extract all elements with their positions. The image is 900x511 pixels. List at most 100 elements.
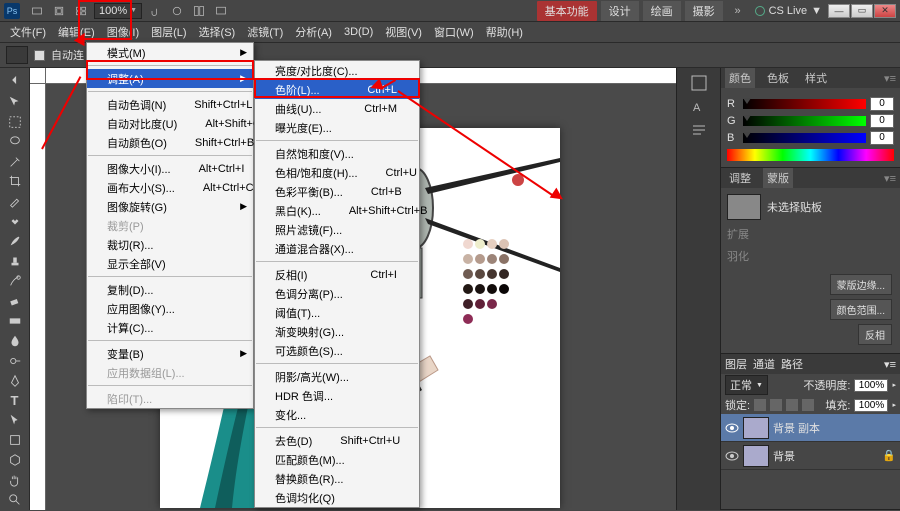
visibility-icon[interactable] xyxy=(725,421,739,435)
menu-item[interactable]: 渐变映射(G)... xyxy=(255,322,419,341)
auto-select-checkbox[interactable] xyxy=(34,50,45,61)
menu-item[interactable]: 色阶(L)...Ctrl+L xyxy=(255,80,419,99)
layer-row-1[interactable]: 背景 副本 xyxy=(721,414,900,442)
menu-item[interactable]: 裁切(R)... xyxy=(87,235,253,254)
menu-item[interactable]: 复制(D)... xyxy=(87,280,253,299)
lock-trans-icon[interactable] xyxy=(754,399,766,411)
menu-window[interactable]: 窗口(W) xyxy=(428,22,480,42)
tab-layers[interactable]: 图层 xyxy=(725,356,747,372)
b-slider[interactable] xyxy=(743,133,866,143)
blend-mode-select[interactable]: 正常▼ xyxy=(725,375,768,395)
move-tool[interactable] xyxy=(4,93,26,111)
workspace-more-icon[interactable]: » xyxy=(728,3,748,19)
menu-item[interactable]: 黑白(K)...Alt+Shift+Ctrl+B xyxy=(255,201,419,220)
stamp-tool[interactable] xyxy=(4,252,26,270)
blur-tool[interactable] xyxy=(4,332,26,350)
menu-select[interactable]: 选择(S) xyxy=(193,22,242,42)
tool-preset-picker[interactable] xyxy=(6,46,28,64)
rotate-icon[interactable] xyxy=(167,3,187,19)
layer-row-2[interactable]: 背景 🔒 xyxy=(721,442,900,470)
mask-edge-button[interactable]: 蒙版边缘... xyxy=(830,274,892,295)
menu-item[interactable]: 曲线(U)...Ctrl+M xyxy=(255,99,419,118)
crop-tool[interactable] xyxy=(4,173,26,191)
menu-item[interactable]: 色彩平衡(B)...Ctrl+B xyxy=(255,182,419,201)
extras-icon[interactable] xyxy=(71,3,91,19)
menu-item[interactable]: 陷印(T)... xyxy=(87,389,253,408)
type-tool[interactable]: T xyxy=(4,392,26,410)
menu-item[interactable]: 计算(C)... xyxy=(87,318,253,337)
bridge-icon[interactable] xyxy=(27,3,47,19)
workspace-essentials[interactable]: 基本功能 xyxy=(537,1,597,21)
menu-item[interactable]: 图像大小(I)...Alt+Ctrl+I xyxy=(87,159,253,178)
invert-button[interactable]: 反相 xyxy=(858,324,892,345)
menu-item[interactable]: 变化... xyxy=(255,405,419,424)
r-value[interactable]: 0 xyxy=(870,97,894,111)
r-slider[interactable] xyxy=(743,99,866,109)
menu-item[interactable]: 图像旋转(G)▶ xyxy=(87,197,253,216)
menu-item[interactable]: 阴影/高光(W)... xyxy=(255,367,419,386)
zoom-tool[interactable] xyxy=(4,491,26,509)
tab-swatches[interactable]: 色板 xyxy=(763,68,793,88)
wand-tool[interactable] xyxy=(4,153,26,171)
minimize-button[interactable]: — xyxy=(828,4,850,18)
screenmode-icon[interactable] xyxy=(211,3,231,19)
visibility-icon[interactable] xyxy=(725,449,739,463)
history-brush-tool[interactable] xyxy=(4,272,26,290)
flyout-icon[interactable]: ▾≡ xyxy=(884,358,896,371)
tab-adjust[interactable]: 调整 xyxy=(725,168,755,188)
arrange-icon[interactable] xyxy=(189,3,209,19)
g-value[interactable]: 0 xyxy=(870,114,894,128)
workspace-design[interactable]: 设计 xyxy=(601,1,639,21)
3d-tool[interactable] xyxy=(4,451,26,469)
healing-tool[interactable] xyxy=(4,212,26,230)
menu-item[interactable]: 应用数据组(L)... xyxy=(87,363,253,382)
menu-help[interactable]: 帮助(H) xyxy=(480,22,529,42)
menu-item[interactable]: 曝光度(E)... xyxy=(255,118,419,137)
menu-item[interactable]: 显示全部(V) xyxy=(87,254,253,273)
menu-item[interactable]: 匹配颜色(M)... xyxy=(255,450,419,469)
menu-item[interactable]: HDR 色调... xyxy=(255,386,419,405)
tab-color[interactable]: 颜色 xyxy=(725,68,755,88)
menu-item[interactable]: 通道混合器(X)... xyxy=(255,239,419,258)
collapse-icon[interactable]: ⏴ xyxy=(4,73,26,91)
menu-item[interactable]: 替换颜色(R)... xyxy=(255,469,419,488)
lock-pos-icon[interactable] xyxy=(786,399,798,411)
menu-item[interactable]: 变量(B)▶ xyxy=(87,344,253,363)
menu-3d[interactable]: 3D(D) xyxy=(338,24,379,40)
flyout-icon[interactable]: ▾≡ xyxy=(884,172,896,185)
color-range-button[interactable]: 颜色范围... xyxy=(830,299,892,320)
menu-item[interactable]: 自动色调(N)Shift+Ctrl+L xyxy=(87,95,253,114)
close-button[interactable]: ✕ xyxy=(874,4,896,18)
minibridge-icon[interactable] xyxy=(49,3,69,19)
dodge-tool[interactable] xyxy=(4,352,26,370)
cslive-button[interactable]: CS Live▼ xyxy=(755,5,822,17)
maximize-button[interactable]: ▭ xyxy=(851,4,873,18)
gradient-tool[interactable] xyxy=(4,312,26,330)
menu-item[interactable]: 色调分离(P)... xyxy=(255,284,419,303)
pen-tool[interactable] xyxy=(4,372,26,390)
tab-paths[interactable]: 路径 xyxy=(781,356,803,372)
lock-all-icon[interactable] xyxy=(802,399,814,411)
menu-item[interactable]: 应用图像(Y)... xyxy=(87,299,253,318)
menu-filter[interactable]: 滤镜(T) xyxy=(241,22,289,42)
eraser-tool[interactable] xyxy=(4,292,26,310)
menu-layer[interactable]: 图层(L) xyxy=(145,22,192,42)
menu-item[interactable]: 色相/饱和度(H)...Ctrl+U xyxy=(255,163,419,182)
menu-edit[interactable]: 编辑(E) xyxy=(52,22,101,42)
tab-channels[interactable]: 通道 xyxy=(753,356,775,372)
menu-item[interactable]: 照片滤镜(F)... xyxy=(255,220,419,239)
menu-image[interactable]: 图像(I) xyxy=(101,22,145,42)
eyedropper-tool[interactable] xyxy=(4,192,26,210)
menu-item[interactable]: 去色(D)Shift+Ctrl+U xyxy=(255,431,419,450)
g-slider[interactable] xyxy=(743,116,866,126)
menu-item[interactable]: 可选颜色(S)... xyxy=(255,341,419,360)
tab-mask[interactable]: 蒙版 xyxy=(763,168,793,188)
menu-item[interactable]: 自动颜色(O)Shift+Ctrl+B xyxy=(87,133,253,152)
menu-item[interactable]: 画布大小(S)...Alt+Ctrl+C xyxy=(87,178,253,197)
shape-tool[interactable] xyxy=(4,431,26,449)
workspace-painting[interactable]: 绘画 xyxy=(643,1,681,21)
history-icon[interactable] xyxy=(690,74,708,92)
workspace-photography[interactable]: 摄影 xyxy=(685,1,723,21)
menu-item[interactable]: 调整(A)▶ xyxy=(87,69,253,88)
menu-item[interactable]: 亮度/对比度(C)... xyxy=(255,61,419,80)
